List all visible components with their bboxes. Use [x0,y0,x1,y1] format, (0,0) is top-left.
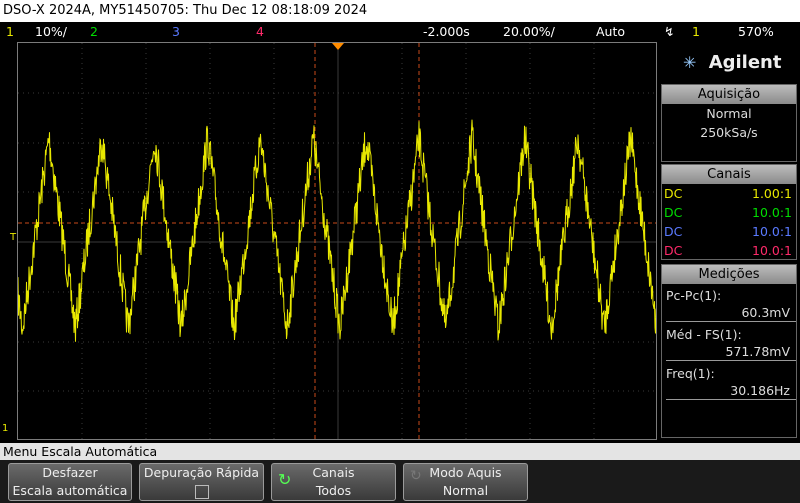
measurement-mean: Méd - FS(1): 571.78mV [662,326,796,361]
ch2-number[interactable]: 2 [90,22,98,42]
quick-debug-button[interactable]: Depuração Rápida [139,463,264,501]
channel-row-3: DC 10.0:1 [664,224,792,239]
channels-header: Canais [662,165,796,184]
trigger-mode[interactable]: Auto [596,22,625,42]
agilent-logo: ✳ Agilent [683,52,782,73]
trigger-source[interactable]: 1 [692,22,700,42]
rotate-knob-icon: ↻ [278,470,292,489]
acquisition-header: Aquisição [662,85,796,104]
measurements-header: Medições [662,265,796,284]
channels-box[interactable]: Canais DC 1.00:1 DC 10.0:1 DC 10.0:1 DC 10.0… [661,164,797,260]
trigger-edge-icon: ↯ [664,24,675,39]
checkbox-icon [194,485,209,499]
trigger-position-marker[interactable] [332,43,344,50]
acquisition-mode-button[interactable]: ↻ Modo Aquis Normal [403,463,528,501]
right-panel: ✳ Agilent Aquisição Normal 250kSa/s Cana… [659,42,800,440]
status-bar: 1 10%/ 2 3 4 -2.000s 20.00%/ Auto ↯ 1 57… [0,22,800,42]
undo-autoscale-button[interactable]: Desfazer Escala automática [8,463,132,501]
acquisition-mode: Normal [706,106,752,121]
softkey-bar: Desfazer Escala automática Depuração Rápi… [0,460,800,503]
measurement-peak-to-peak: Pc-Pc(1): 60.3mV [662,287,796,322]
rotate-knob-icon-dim: ↻ [410,468,422,484]
waveform-display [18,43,656,439]
ch1-ground-marker: 1 [2,423,9,434]
channel-row-1: DC 1.00:1 [664,186,792,201]
spark-icon: ✳ [683,53,697,72]
channel-row-4: DC 10.0:1 [664,243,792,258]
ch1-scale[interactable]: 10%/ [35,22,67,42]
ch3-number[interactable]: 3 [172,22,180,42]
menu-title: Menu Escala Automática [0,443,800,460]
measurement-frequency: Freq(1): 30.186Hz [662,365,796,400]
title-bar: DSO-X 2024A, MY51450705: Thu Dec 12 08:1… [0,0,800,22]
trigger-level-marker: T [10,232,17,243]
trigger-level[interactable]: 570% [738,22,774,42]
channel-row-2: DC 10.0:1 [664,205,792,220]
sample-rate: 250kSa/s [700,125,758,140]
measurements-box[interactable]: Medições Pc-Pc(1): 60.3mV Méd - FS(1): 5… [661,264,797,438]
channels-button[interactable]: ↻ Canais Todos [271,463,396,501]
acquisition-box[interactable]: Aquisição Normal 250kSa/s [661,84,797,162]
ch1-number[interactable]: 1 [6,22,14,42]
delay-readout[interactable]: -2.000s [423,22,470,42]
timebase-readout[interactable]: 20.00%/ [503,22,555,42]
ch4-number[interactable]: 4 [256,22,264,42]
graticule [17,42,657,440]
